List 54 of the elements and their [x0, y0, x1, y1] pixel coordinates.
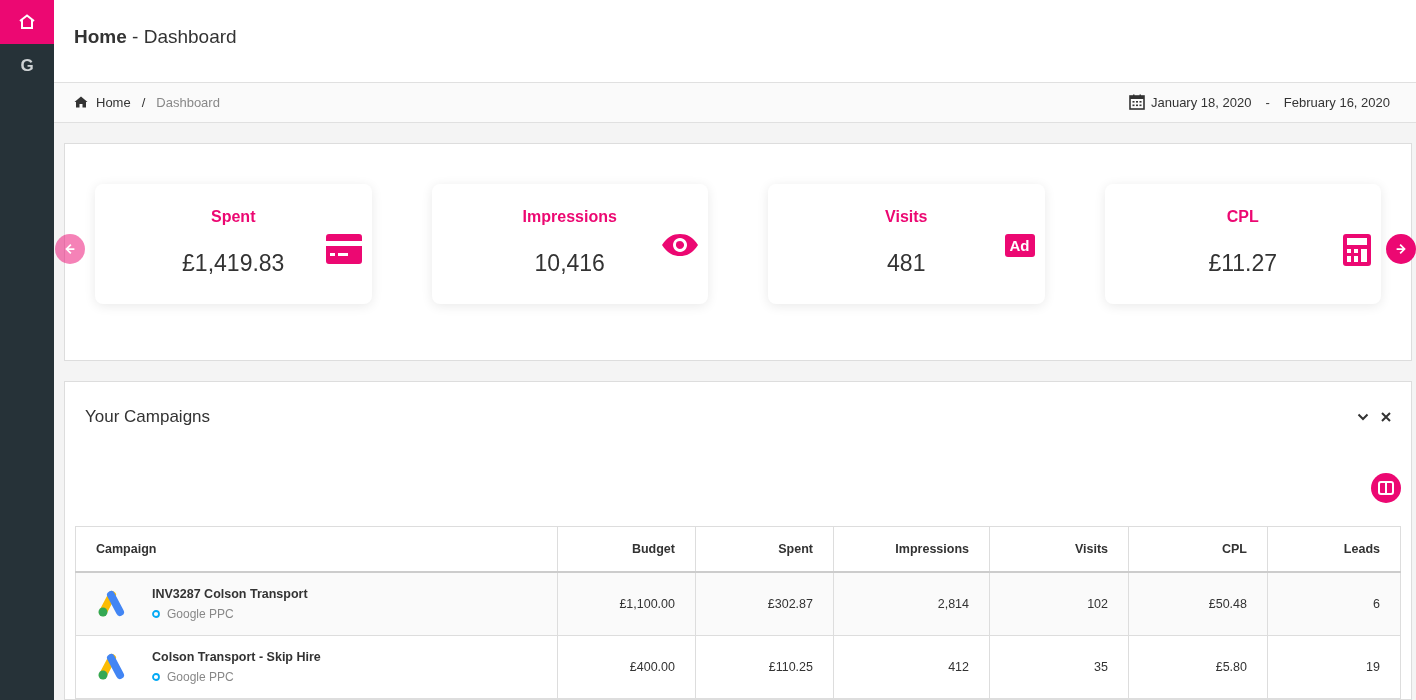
stat-title: Impressions — [522, 207, 617, 226]
date-to[interactable]: February 16, 2020 — [1283, 94, 1390, 110]
table-cell: £302.87 — [695, 572, 834, 636]
letter-nav-button[interactable]: G — [0, 44, 54, 88]
close-icon — [1381, 412, 1391, 422]
a-shape-logo-icon — [96, 653, 126, 681]
credit-card-icon — [325, 233, 362, 264]
left-arrow-icon — [63, 241, 77, 256]
stat-value: 10,416 — [534, 249, 605, 277]
ring-icon — [152, 673, 160, 681]
right-arrow-icon — [1394, 241, 1408, 256]
stat-value: 481 — [887, 249, 926, 277]
eye-icon — [662, 233, 698, 256]
campaign-source: Google PPC — [167, 607, 234, 621]
stat-value: £11.27 — [1208, 249, 1278, 277]
table-cell: 6 — [1267, 572, 1401, 636]
stat-title: Spent — [211, 207, 256, 226]
chevron-down-icon — [1357, 413, 1369, 421]
columns-icon — [1378, 481, 1394, 495]
breadcrumb-separator: / — [141, 94, 146, 110]
campaign-name[interactable]: Colson Transport - Skip Hire — [152, 650, 321, 664]
table-cell: £400.00 — [557, 635, 696, 699]
date-from[interactable]: January 18, 2020 — [1150, 94, 1252, 110]
table-cell: £1,100.00 — [557, 572, 696, 636]
table-cell: £50.48 — [1128, 572, 1268, 636]
home-icon — [18, 14, 36, 30]
campaign-name[interactable]: INV3287 Colson Transport — [152, 587, 308, 601]
breadcrumb-link[interactable]: Home — [96, 94, 131, 110]
date-separator: - — [1265, 94, 1270, 110]
table-cell: £5.80 — [1128, 635, 1268, 699]
calendar-icon[interactable] — [1128, 94, 1145, 111]
table-cell: 19 — [1267, 635, 1401, 699]
close-button[interactable] — [1381, 412, 1391, 422]
stat-title: CPL — [1226, 207, 1259, 226]
stat-title: Visits — [885, 207, 928, 226]
ad-badge-icon: Ad — [1004, 233, 1035, 257]
table-cell: 102 — [989, 572, 1129, 636]
table-cell: 412 — [833, 635, 990, 699]
home-icon — [74, 96, 88, 109]
collapse-button[interactable] — [1357, 413, 1369, 421]
page-title: Home - Dashboard — [73, 25, 238, 49]
breadcrumb-current: Dashboard — [156, 94, 220, 110]
next-button[interactable] — [1386, 233, 1416, 264]
panel-title: Your Campaigns — [85, 407, 212, 427]
table-cell: 2,814 — [833, 572, 990, 636]
columns-button[interactable] — [1371, 473, 1401, 503]
home-nav-button[interactable] — [0, 0, 54, 44]
a-shape-logo-icon — [96, 590, 126, 618]
table-cell: 35 — [989, 635, 1129, 699]
calculator-icon — [1343, 233, 1371, 266]
table-cell: £110.25 — [695, 635, 834, 699]
campaign-source: Google PPC — [167, 670, 234, 684]
ring-icon — [152, 610, 160, 618]
stat-value: £1,419.83 — [182, 249, 285, 277]
